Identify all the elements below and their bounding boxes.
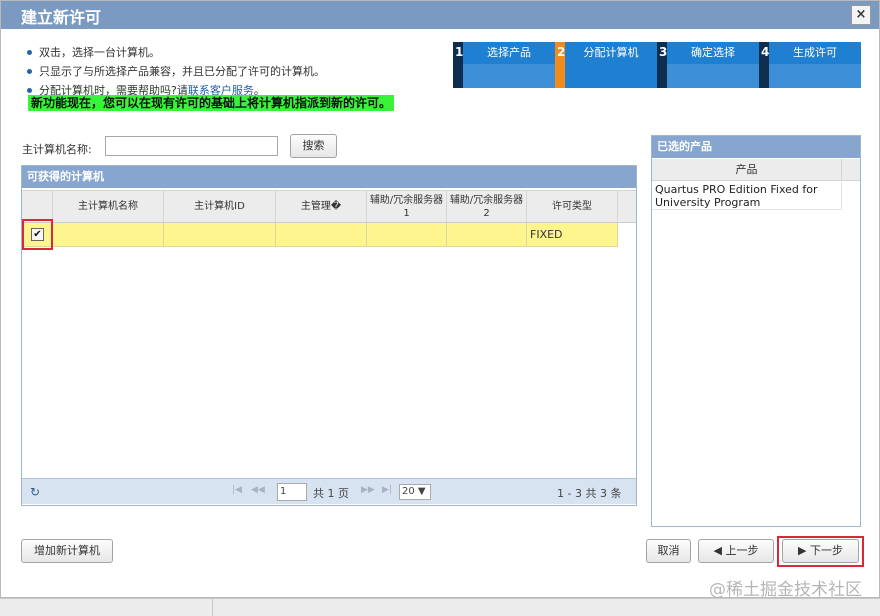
host-name-cell	[53, 223, 164, 246]
instruction-double-click: 双击，选择一台计算机。	[27, 43, 325, 62]
step-label: 分配计算机	[565, 42, 657, 64]
instructions: 双击，选择一台计算机。 只显示了与所选择产品兼容，并且已分配了许可的计算机。 分…	[27, 43, 325, 100]
step-select-product: 1 选择产品	[453, 42, 555, 88]
selected-products-title: 已选的产品	[652, 136, 860, 158]
close-icon[interactable]: ×	[851, 5, 871, 25]
license-type-column-header[interactable]: 许可类型	[527, 191, 618, 222]
selection-column-header	[22, 191, 53, 222]
selected-products-panel: 已选的产品 产品 Quartus PRO Edition Fixed for U…	[651, 135, 861, 527]
step-label: 选择产品	[463, 42, 555, 64]
available-computers-panel: 可获得的计算机 主计算机名称 主计算机ID 主管理� 辅助/冗余服务器1 辅助/…	[21, 165, 637, 506]
new-feature-note: 新功能现在，您可以在现有许可的基础上将计算机指派到新的许可。	[28, 95, 395, 111]
watermark: @稀土掘金技术社区	[709, 580, 862, 600]
table-row[interactable]: FIXED	[22, 223, 618, 247]
rows-per-page-select[interactable]: 20 ▼	[399, 484, 431, 500]
instruction-compatible-computers: 只显示了与所选择产品兼容，并且已分配了许可的计算机。	[27, 62, 325, 81]
host-id-column-header[interactable]: 主计算机ID	[164, 191, 276, 222]
wizard-steps: 1 选择产品 2 分配计算机 3 确定选择 4 生成许可	[453, 42, 861, 88]
step-lower-band	[667, 64, 759, 88]
status-divider	[212, 598, 213, 616]
cancel-button[interactable]: 取消	[646, 539, 691, 563]
host-id-cell	[164, 223, 276, 246]
next-step-highlight	[777, 536, 864, 567]
step-lower-band	[463, 64, 555, 88]
page-number-input[interactable]: 1	[277, 483, 307, 501]
step-lower-band	[565, 64, 657, 88]
backup-server-2-cell	[447, 223, 527, 246]
selected-row-checkbox-highlight: ✔	[22, 219, 53, 250]
add-computer-button[interactable]: 增加新计算机	[21, 539, 113, 563]
previous-page-icon[interactable]: ◀◀	[251, 485, 265, 495]
host-name-input[interactable]	[105, 136, 278, 156]
license-type-cell: FIXED	[527, 223, 618, 246]
previous-step-button[interactable]: ◀ 上一步	[698, 539, 774, 563]
main-admin-column-header[interactable]: 主管理�	[276, 191, 367, 222]
backup-server-1-cell	[367, 223, 447, 246]
create-license-dialog: 建立新许可 × 双击，选择一台计算机。 只显示了与所选择产品兼容，并且已分配了许…	[0, 0, 880, 598]
backup-server-2-column-header[interactable]: 辅助/冗余服务器2	[447, 191, 527, 222]
records-summary: 1 - 3 共 3 条	[557, 487, 622, 500]
backup-server-1-column-header[interactable]: 辅助/冗余服务器1	[367, 191, 447, 222]
page-count: 共 1 页	[313, 487, 349, 500]
host-name-label: 主计算机名称:	[22, 143, 92, 156]
step-label: 确定选择	[667, 42, 759, 64]
computers-table-header: 主计算机名称 主计算机ID 主管理� 辅助/冗余服务器1 辅助/冗余服务器2 许…	[22, 190, 636, 223]
first-page-icon[interactable]: |◀	[232, 485, 242, 495]
step-generate-license: 4 生成许可	[759, 42, 861, 88]
last-page-icon[interactable]: ▶|	[382, 485, 392, 495]
step-lower-band	[769, 64, 861, 88]
main-admin-cell	[276, 223, 367, 246]
list-item: Quartus PRO Edition Fixed for University…	[652, 182, 842, 210]
dialog-title-bar: 建立新许可 ×	[1, 1, 879, 29]
host-name-column-header[interactable]: 主计算机名称	[53, 191, 164, 222]
bottom-status-strip	[0, 598, 880, 616]
step-confirm-selection: 3 确定选择	[657, 42, 759, 88]
step-label: 生成许可	[769, 42, 861, 64]
dialog-title: 建立新许可	[21, 8, 102, 27]
row-checkbox[interactable]: ✔	[31, 228, 44, 241]
products-table-header: 产品	[652, 159, 860, 181]
computers-table-pager: ↻ |◀ ◀◀ 1 共 1 页 ▶▶ ▶| 20 ▼ 1 - 3 共 3 条	[22, 478, 636, 504]
next-page-icon[interactable]: ▶▶	[361, 485, 375, 495]
step-assign-computer: 2 分配计算机	[555, 42, 657, 88]
product-column-header: 产品	[652, 159, 842, 181]
refresh-icon[interactable]: ↻	[30, 485, 40, 499]
available-computers-title: 可获得的计算机	[22, 166, 636, 188]
search-button[interactable]: 搜索	[290, 134, 337, 158]
